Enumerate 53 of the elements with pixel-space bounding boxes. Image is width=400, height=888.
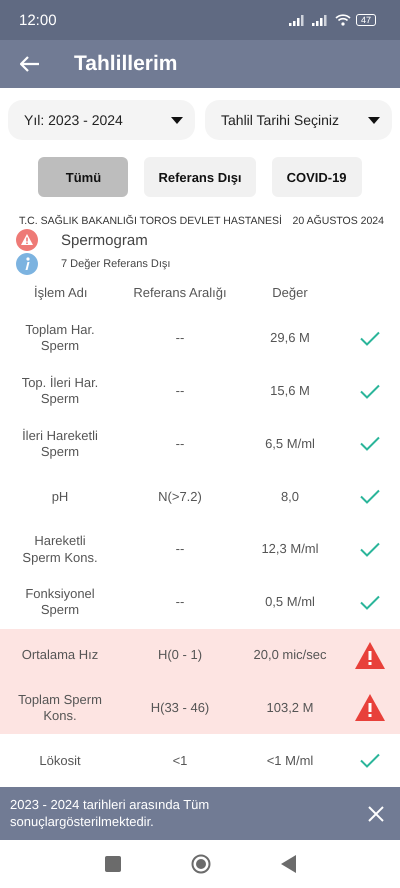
test-name: pH [50, 488, 70, 505]
result-value: 6,5 M/ml [264, 436, 316, 452]
column-header: İşlem Adı [33, 285, 88, 300]
reference-range: -- [174, 594, 186, 610]
test-name: Lökosit [38, 752, 82, 769]
reference-range: H(0 - 1) [156, 646, 204, 664]
test-name: Ortalama Hız [20, 646, 100, 664]
test-name: Toplam Sperm Kons. [17, 692, 103, 724]
home-icon[interactable] [190, 854, 210, 874]
back-icon[interactable] [20, 56, 40, 72]
info-icon [16, 253, 38, 275]
recents-icon[interactable] [104, 856, 120, 872]
reference-range: N(>7.2) [157, 488, 203, 505]
wifi-icon [334, 14, 351, 26]
result-value: 12,3 M/ml [260, 541, 320, 558]
result-value: 20,0 mic/sec [252, 646, 328, 664]
column-header: Referans Aralığı [132, 285, 228, 300]
test-name: Fonksiyonel Sperm [24, 586, 96, 619]
report-date: 20 AĞUSTOS 2024 [292, 215, 384, 227]
reference-range: -- [174, 330, 186, 347]
test-name: İleri Hareketli Sperm [21, 428, 99, 460]
result-value: 15,6 M [269, 383, 311, 400]
summary-text: 7 Değer Referans Dışı [61, 258, 170, 270]
reference-range: -- [174, 436, 186, 452]
caret-icon [171, 116, 183, 124]
column-header: Değer [271, 285, 309, 300]
test-name: Top. İleri Har. Sperm [20, 374, 100, 408]
screen-title: Tahlillerim [74, 52, 178, 76]
caret-icon [368, 116, 380, 124]
dropdown[interactable]: Tahlil Tarihi Seçiniz [205, 100, 392, 140]
filter-chip[interactable]: Referans Dışı [144, 157, 256, 197]
test-name: Hareketli Sperm Kons. [21, 533, 99, 566]
reference-range: -- [174, 541, 186, 558]
result-value: 0,5 M/ml [264, 594, 316, 610]
warning-icon [16, 229, 38, 251]
back-nav-icon[interactable] [280, 855, 296, 874]
result-value: 103,2 M [266, 700, 314, 716]
result-value: <1 M/ml [266, 752, 314, 769]
reference-range: H(33 - 46) [150, 700, 210, 716]
close-icon[interactable] [368, 806, 384, 822]
battery-level: 47 [356, 14, 376, 26]
dropdown[interactable]: Yıl: 2023 - 2024 [8, 100, 195, 140]
filter-chip[interactable]: COVID-19 [272, 157, 362, 197]
snackbar-message: 2023 - 2024 tarihleri arasında Tüm sonuçlargösterilmektedir. [10, 796, 210, 830]
result-value: 8,0 [280, 488, 300, 505]
test-name: Toplam Har. Sperm [24, 322, 96, 355]
reference-range: <1 [172, 752, 188, 769]
test-name: Spermogram [61, 232, 148, 248]
filter-chip[interactable]: Tümü [38, 157, 128, 197]
reference-range: -- [174, 383, 186, 400]
hospital-name: T.C. SAĞLIK BAKANLIĞI TOROS DEVLET HASTANESİ [19, 215, 282, 227]
result-value: 29,6 M [269, 330, 311, 347]
status-time: 12:00 [19, 12, 57, 28]
